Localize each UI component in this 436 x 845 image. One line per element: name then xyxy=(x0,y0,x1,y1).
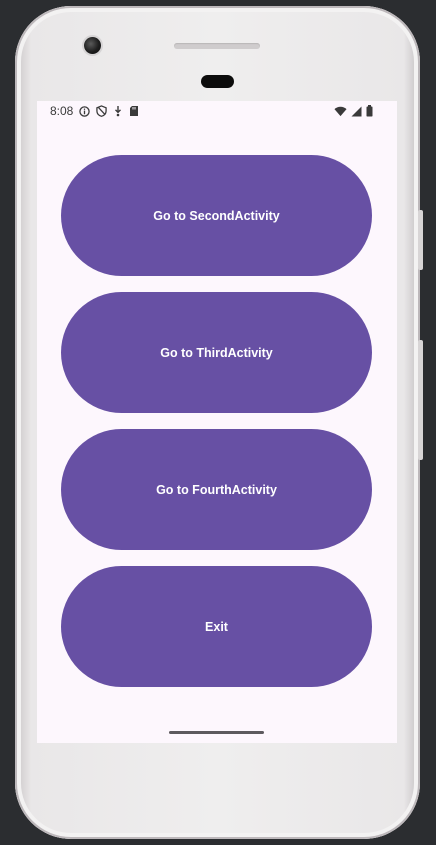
exit-button[interactable]: Exit xyxy=(61,566,372,687)
wifi-icon xyxy=(334,106,347,116)
gesture-nav-handle[interactable] xyxy=(169,731,264,734)
battery-icon xyxy=(366,105,373,117)
status-right xyxy=(334,105,373,117)
status-bar: 8:08 xyxy=(37,101,397,123)
proximity-sensor xyxy=(201,75,234,88)
signal-icon xyxy=(351,106,362,116)
power-button-hardware[interactable] xyxy=(418,210,423,270)
status-left: 8:08 xyxy=(50,104,139,118)
info-icon xyxy=(79,105,91,117)
go-to-second-activity-button[interactable]: Go to SecondActivity xyxy=(61,155,372,276)
go-to-third-activity-button[interactable]: Go to ThirdActivity xyxy=(61,292,372,413)
front-camera xyxy=(84,37,101,54)
volume-button-hardware[interactable] xyxy=(418,340,423,460)
status-time: 8:08 xyxy=(50,104,74,118)
sd-card-icon xyxy=(130,106,139,116)
app-screen: 8:08 Go to SecondActivity Go to ThirdAct… xyxy=(37,101,397,743)
go-to-fourth-activity-button[interactable]: Go to FourthActivity xyxy=(61,429,372,550)
shield-icon xyxy=(96,105,108,117)
download-icon xyxy=(115,106,122,117)
earpiece-speaker xyxy=(174,43,260,49)
